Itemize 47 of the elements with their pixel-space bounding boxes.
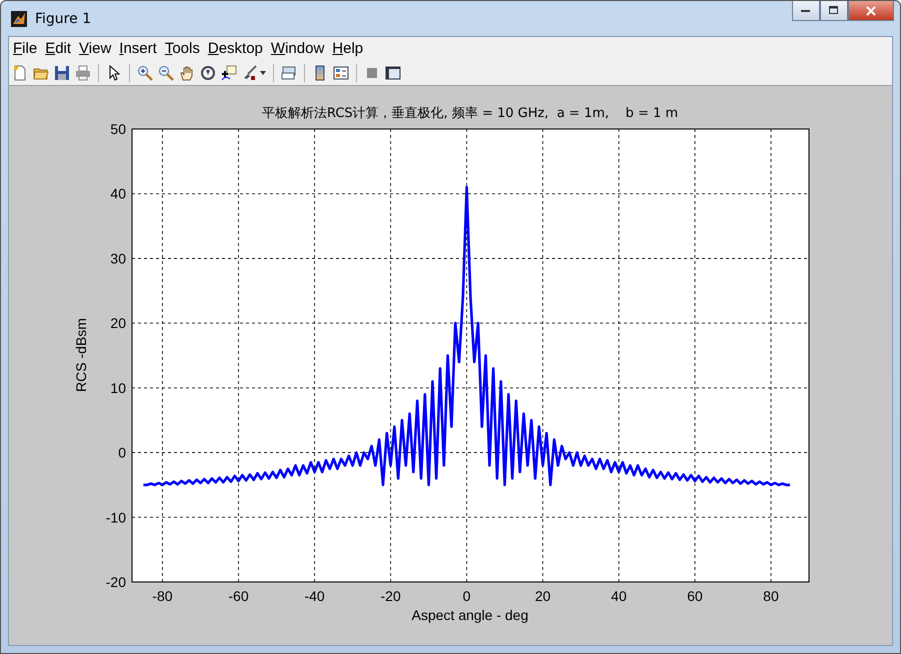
x-tick-label: 0 (462, 588, 471, 604)
dropdown-icon[interactable] (260, 70, 266, 74)
data-cursor-icon[interactable] (221, 64, 237, 80)
y-tick-label: 30 (110, 250, 126, 266)
hand-icon[interactable] (179, 64, 195, 80)
new-file-icon[interactable] (12, 64, 28, 80)
menu-item[interactable]: Tools (164, 40, 200, 57)
save-icon[interactable] (54, 64, 70, 80)
y-tick-label: 0 (118, 444, 126, 461)
x-tick-label: 80 (763, 588, 779, 604)
window-title: Figure 1 (35, 10, 92, 26)
menu-item[interactable]: View (79, 40, 112, 57)
x-tick-label: 20 (534, 588, 551, 604)
x-tick-label: -20 (380, 588, 401, 604)
menu-item[interactable]: Desktop (208, 40, 263, 57)
x-tick-label: -40 (304, 588, 325, 604)
maximize-button[interactable] (820, 1, 848, 21)
maximize-icon (829, 6, 839, 15)
x-tick-label: -60 (228, 588, 249, 604)
menu-item[interactable]: Insert (119, 40, 157, 57)
close-icon (866, 6, 876, 16)
y-tick-label: -20 (106, 574, 126, 590)
menu-item[interactable]: Edit (45, 40, 72, 57)
x-tick-label: 40 (611, 588, 627, 604)
menu-item[interactable]: Help (332, 40, 364, 57)
minimize-button[interactable] (792, 1, 820, 21)
y-tick-label: 40 (110, 186, 126, 202)
y-tick-label: 20 (110, 315, 126, 332)
y-tick-label: 10 (110, 380, 126, 396)
y-tick-label: 50 (110, 121, 126, 137)
menu-item[interactable]: File (13, 40, 38, 57)
printer-icon[interactable] (75, 64, 91, 80)
zoom-in-icon[interactable] (137, 64, 153, 80)
zoom-out-icon[interactable] (158, 64, 174, 80)
y-tick-label: -10 (106, 509, 126, 526)
window-icon[interactable] (385, 64, 401, 80)
brush-icon[interactable] (242, 64, 258, 80)
chart-title: 平板解析法RCS计算，垂直极化, 频率 = 10 GHz, a = 1m, b = 1 m (262, 106, 678, 121)
y-axis-label: RCS -dBsm (73, 318, 89, 392)
x-axis-label: Aspect angle - deg (412, 607, 528, 623)
app-icon (11, 10, 27, 26)
x-tick-label: 60 (687, 588, 703, 604)
minimize-icon (801, 8, 811, 12)
x-tick-label: -80 (152, 588, 173, 604)
legend-icon[interactable] (333, 64, 349, 80)
close-button[interactable] (848, 1, 894, 21)
menu-item[interactable]: Window (270, 40, 324, 57)
